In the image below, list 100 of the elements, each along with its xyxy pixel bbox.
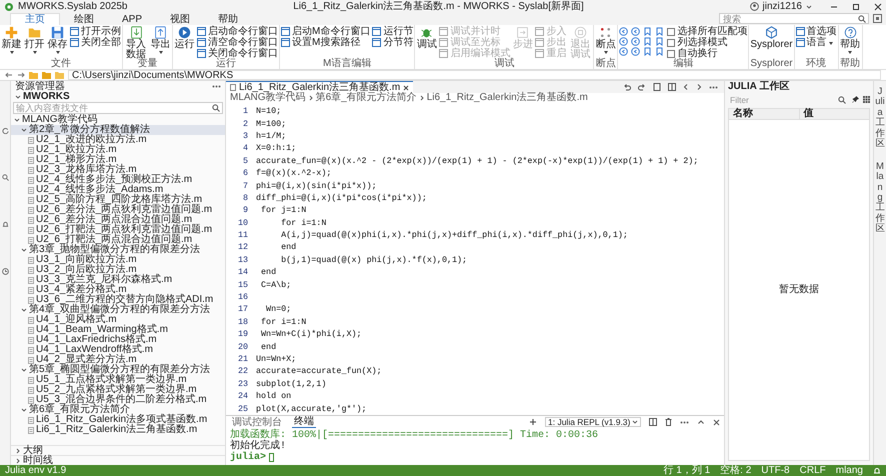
file-item[interactable]: U3_6_二维方程的交替方向隐格式ADI.m <box>11 295 225 305</box>
checkbox[interactable] <box>667 38 676 46</box>
file-item[interactable]: U3_1_向前欧拉方法.m <box>11 255 225 265</box>
file-item[interactable]: U2_1_梯形方法.m <box>11 155 225 165</box>
chevron-left-icon[interactable] <box>683 83 689 91</box>
refresh-icon[interactable] <box>2 127 8 134</box>
ribbon-button[interactable]: 启动命令行窗口 <box>197 26 278 37</box>
ribbon-button[interactable]: 语言 <box>796 37 837 48</box>
menu-tab[interactable]: APP <box>108 13 156 25</box>
user-name[interactable]: jinzi1216 <box>762 2 802 12</box>
side-tab[interactable]: Mlang 工作区 <box>875 162 885 235</box>
status-item[interactable]: 行 1，列 1 <box>663 466 710 476</box>
more-icon[interactable] <box>709 86 718 88</box>
chevron-right-icon[interactable] <box>696 83 702 91</box>
maximize-icon[interactable] <box>852 2 860 10</box>
ribbon-button[interactable]: 运行 <box>174 26 195 50</box>
file-item[interactable]: U2_6_打靶法_两点混合边值问题.m <box>11 235 225 245</box>
file-item[interactable]: U4_1_LaxWendroff格式.m <box>11 345 225 355</box>
circle-arrow-icon[interactable] <box>631 37 640 46</box>
file-item[interactable]: U2_6_差分法_两点混合边值问题.m <box>11 215 225 225</box>
ribbon-button[interactable]: 分节符 <box>372 37 414 48</box>
document-icon[interactable] <box>653 83 661 91</box>
circle-arrow-icon[interactable] <box>619 37 628 46</box>
file-item[interactable]: U2_6_打靶法_两点狄利克雷边值问题.m <box>11 225 225 235</box>
trash-icon[interactable] <box>665 418 672 426</box>
terminal-dropdown[interactable]: 1: Julia REPL (v1.9.3) <box>545 417 641 427</box>
menu-tab[interactable]: 帮助 <box>204 13 252 25</box>
file-item[interactable]: U5_3_混合边界条件的二阶差分格式.m <box>11 395 225 405</box>
circle-arrow-icon[interactable] <box>631 27 640 36</box>
file-item[interactable]: Li6_1_Ritz_Galerkin法多项式基函数.m <box>11 415 225 425</box>
ribbon-button[interactable]: 新建 <box>1 26 22 54</box>
folder-item[interactable]: 第2章_常微分方程数值解法 <box>11 125 225 135</box>
file-item[interactable]: U3_4_紧差分格式.m <box>11 285 225 295</box>
circle-arrow-icon[interactable] <box>619 27 628 36</box>
more-icon[interactable] <box>212 85 221 88</box>
file-item[interactable]: U3_3_克兰克_尼科尔森格式.m <box>11 275 225 285</box>
circle-arrow-icon[interactable] <box>619 47 628 56</box>
bell-icon[interactable] <box>2 221 8 228</box>
status-item[interactable]: UTF-8 <box>761 466 790 476</box>
close-icon[interactable] <box>713 418 720 426</box>
pin-icon[interactable] <box>852 96 859 103</box>
file-item[interactable]: U2_4_线性多步法_Adams.m <box>11 185 225 195</box>
ribbon-button[interactable]: 清空命令行窗口 <box>197 37 278 48</box>
search-field[interactable]: 搜索 <box>719 13 869 24</box>
file-item[interactable]: U5_1_五点格式求解第一类边界.m <box>11 375 225 385</box>
ribbon-button[interactable]: 帮助 <box>840 26 861 54</box>
folder-item[interactable]: MLANG教学代码 <box>11 115 225 125</box>
file-item[interactable]: U4_2_显式差分方法.m <box>11 355 225 365</box>
search-field[interactable]: 输入内容查找文件 <box>13 102 223 114</box>
chevron-up-icon[interactable] <box>697 419 705 425</box>
panel-tab[interactable]: 调试控制台 <box>230 416 284 428</box>
checkbox[interactable] <box>667 50 676 58</box>
ribbon-button[interactable]: 导出 <box>150 26 171 54</box>
ribbon-button[interactable]: 打开示例 <box>70 26 121 37</box>
menu-tab[interactable]: 绘图 <box>60 13 108 25</box>
redo-icon[interactable] <box>638 83 646 91</box>
file-item[interactable]: Li6_1_Ritz_Galerkin法三角基函数.m <box>11 425 225 435</box>
circle-arrow-icon[interactable] <box>631 47 640 56</box>
path-field[interactable]: C:\Users\jinzi\Documents\MWORKS <box>68 70 881 80</box>
close-icon[interactable] <box>874 2 882 10</box>
file-item[interactable]: U4_1_迎风格式.m <box>11 315 225 325</box>
status-item[interactable]: CRLF <box>800 466 826 476</box>
folder-item[interactable]: 第6章_有限元方法简介 <box>11 405 225 415</box>
folder-item[interactable]: 第3章_抛物型偏微分方程的有限差分法 <box>11 245 225 255</box>
ribbon-button[interactable]: 关闭全部 <box>70 37 121 48</box>
breadcrumb-item[interactable]: Li6_1_Ritz_Galerkin法三角基函数.m <box>426 93 588 103</box>
ribbon-button[interactable]: 调试 <box>416 26 438 50</box>
ribbon-button[interactable]: 首选项 <box>796 26 837 37</box>
ribbon-button[interactable]: 保存 <box>47 26 68 54</box>
breadcrumb-item[interactable]: MLANG教学代码 <box>230 93 306 103</box>
panel-tab[interactable]: 终端 <box>292 416 316 428</box>
file-item[interactable]: U2_4_线性多步法_预测校正方法.m <box>11 175 225 185</box>
status-item[interactable]: 空格: 2 <box>720 466 752 476</box>
ribbon-button[interactable]: 导入数据 <box>124 26 148 60</box>
menu-tab[interactable]: 视图 <box>156 13 204 25</box>
close-icon[interactable] <box>403 84 410 90</box>
file-item[interactable]: U4_1_Beam_Warming格式.m <box>11 325 225 335</box>
side-tab[interactable]: Julia 工作区 <box>875 87 885 150</box>
status-item[interactable]: mlang <box>836 466 863 476</box>
search-icon[interactable] <box>2 174 8 181</box>
section-header[interactable]: 大纲 <box>11 445 225 455</box>
ribbon-button[interactable]: 打开 <box>24 26 45 54</box>
clock-icon[interactable] <box>2 268 8 275</box>
panel-icon[interactable] <box>873 14 882 23</box>
folder-title[interactable]: MWORKS <box>23 92 70 102</box>
editor-tab[interactable]: Li6_1_Ritz_Galerkin法三角基函数.m <box>226 81 414 93</box>
split-icon[interactable] <box>649 418 657 426</box>
menu-tab[interactable]: 主页 <box>10 13 60 25</box>
ribbon-button[interactable]: 启动M命令行窗口 <box>281 26 370 37</box>
checkbox[interactable] <box>667 28 676 36</box>
ribbon-button[interactable]: 设置M搜索路径 <box>281 37 370 48</box>
file-item[interactable]: U2_1_欧拉方法.m <box>11 145 225 155</box>
forward-arrow-icon[interactable] <box>17 71 25 79</box>
folder-item[interactable]: 第4章_双曲型偏微分方程的有限差分方法 <box>11 305 225 315</box>
file-item[interactable]: U5_2_九点紧格式求解第一类边界.m <box>11 385 225 395</box>
grid-icon[interactable] <box>863 96 870 103</box>
file-item[interactable]: U2_6_差分法_两点狄利克雷边值问题.m <box>11 205 225 215</box>
more-icon[interactable] <box>680 420 689 424</box>
file-item[interactable]: U3_2_向后欧拉方法.m <box>11 265 225 275</box>
plus-icon[interactable] <box>529 418 537 426</box>
